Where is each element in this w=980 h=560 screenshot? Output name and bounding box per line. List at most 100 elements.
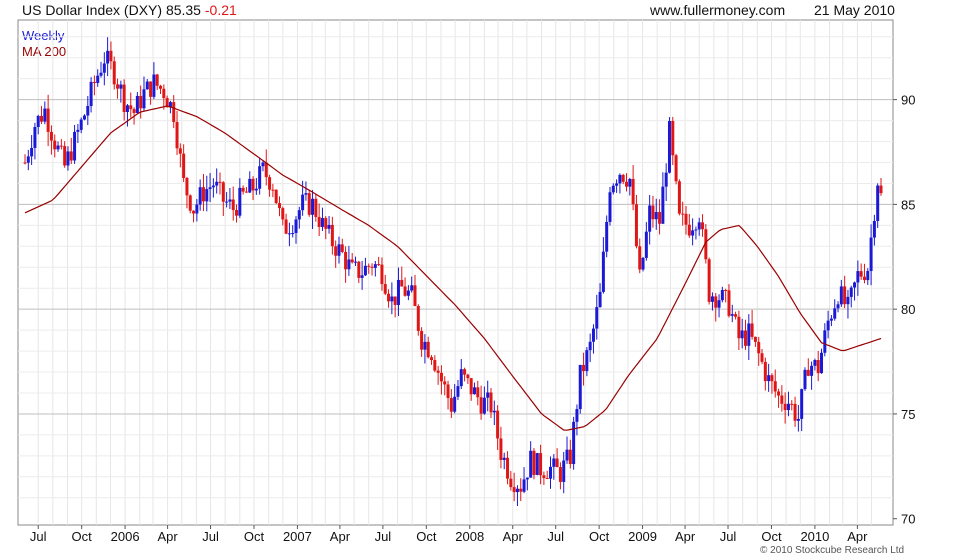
candle-up bbox=[644, 231, 648, 258]
candle-down bbox=[112, 61, 116, 85]
candle-down bbox=[49, 131, 53, 141]
x-tick-label: 2010 bbox=[800, 529, 829, 544]
candle-up bbox=[76, 129, 80, 132]
candle-up bbox=[515, 488, 519, 493]
candle-down bbox=[476, 387, 480, 398]
candle-down bbox=[631, 178, 635, 205]
candle-down bbox=[334, 246, 338, 256]
price-chart: Jul Oct 2006 Apr Jul Oct 2007 Apr Jul Oct 2008 Apr J… bbox=[17, 19, 915, 544]
candle-up bbox=[354, 261, 358, 263]
candle-down bbox=[314, 198, 318, 218]
candle-down bbox=[185, 177, 189, 196]
candle-down bbox=[231, 199, 235, 210]
candle-down bbox=[109, 50, 113, 62]
candle-up bbox=[661, 186, 665, 224]
candle-down bbox=[436, 370, 440, 373]
candle-down bbox=[403, 286, 407, 296]
candle-up bbox=[839, 286, 843, 305]
candle-up bbox=[327, 224, 331, 229]
candle-up bbox=[820, 352, 824, 374]
candle-down bbox=[757, 341, 761, 354]
candle-up bbox=[423, 341, 427, 350]
candle-up bbox=[33, 127, 37, 148]
x-tick-label: Apr bbox=[675, 529, 696, 544]
candle-down bbox=[59, 145, 63, 147]
candle-up bbox=[641, 257, 645, 270]
candle-down bbox=[879, 185, 883, 194]
candle-down bbox=[116, 84, 120, 89]
candle-down bbox=[790, 403, 794, 405]
candle-up bbox=[30, 147, 34, 157]
candle-down bbox=[677, 181, 681, 214]
candle-down bbox=[241, 187, 245, 192]
candle-up bbox=[710, 296, 714, 302]
candle-down bbox=[188, 195, 192, 211]
candle-up bbox=[601, 251, 605, 292]
candle-up bbox=[591, 328, 595, 342]
candle-up bbox=[89, 81, 93, 107]
candle-down bbox=[634, 204, 638, 247]
candle-down bbox=[162, 88, 166, 99]
candle-up bbox=[79, 119, 83, 130]
candle-down bbox=[46, 108, 50, 132]
candle-down bbox=[671, 120, 675, 156]
candle-up bbox=[694, 229, 698, 231]
candle-down bbox=[268, 177, 272, 190]
x-tick-label: Jul bbox=[720, 529, 737, 544]
candle-up bbox=[502, 457, 506, 460]
candle-up bbox=[697, 222, 701, 230]
candle-up bbox=[826, 320, 830, 331]
x-tick-label: 2008 bbox=[455, 529, 484, 544]
candle-up bbox=[99, 72, 103, 76]
candle-down bbox=[122, 84, 126, 113]
candle-down bbox=[681, 213, 685, 215]
candle-down bbox=[555, 458, 559, 468]
candle-down bbox=[469, 378, 473, 395]
candle-up bbox=[605, 221, 609, 252]
candle-down bbox=[625, 181, 629, 187]
candle-down bbox=[192, 210, 196, 214]
candle-down bbox=[582, 364, 586, 372]
candle-down bbox=[542, 475, 546, 479]
x-tick-label: Apr bbox=[330, 529, 351, 544]
candle-up bbox=[730, 314, 734, 316]
x-tick-label: Jul bbox=[30, 529, 47, 544]
y-tick-label: 85 bbox=[901, 197, 915, 212]
candle-up bbox=[119, 84, 123, 89]
candle-down bbox=[53, 140, 57, 150]
candle-down bbox=[479, 397, 483, 414]
candle-down bbox=[172, 102, 176, 123]
candle-up bbox=[648, 205, 652, 232]
candle-down bbox=[182, 153, 186, 178]
candle-down bbox=[512, 487, 516, 493]
x-tick-label: Oct bbox=[72, 529, 93, 544]
candle-up bbox=[347, 259, 351, 270]
candle-up bbox=[598, 291, 602, 308]
candle-down bbox=[499, 438, 503, 460]
candle-down bbox=[178, 148, 182, 154]
candle-up bbox=[595, 307, 599, 329]
candle-up bbox=[585, 350, 589, 372]
candle-up bbox=[856, 271, 860, 283]
x-tick-label: 2006 bbox=[111, 529, 140, 544]
candle-down bbox=[307, 193, 311, 215]
candle-up bbox=[66, 151, 70, 166]
candle-down bbox=[69, 151, 73, 161]
candle-up bbox=[373, 264, 377, 268]
candle-down bbox=[539, 453, 543, 476]
candle-up bbox=[833, 308, 837, 319]
candle-down bbox=[763, 361, 767, 382]
candle-up bbox=[228, 199, 232, 202]
candle-up bbox=[846, 296, 850, 305]
x-tick-label: Oct bbox=[589, 529, 610, 544]
candle-up bbox=[135, 95, 139, 113]
candle-down bbox=[862, 276, 866, 281]
candle-down bbox=[519, 488, 523, 492]
candle-up bbox=[211, 185, 215, 188]
candle-up bbox=[294, 219, 298, 234]
candle-down bbox=[449, 398, 453, 412]
candle-up bbox=[225, 201, 229, 203]
candle-up bbox=[608, 192, 612, 222]
candle-down bbox=[357, 261, 361, 278]
candle-down bbox=[324, 218, 328, 229]
